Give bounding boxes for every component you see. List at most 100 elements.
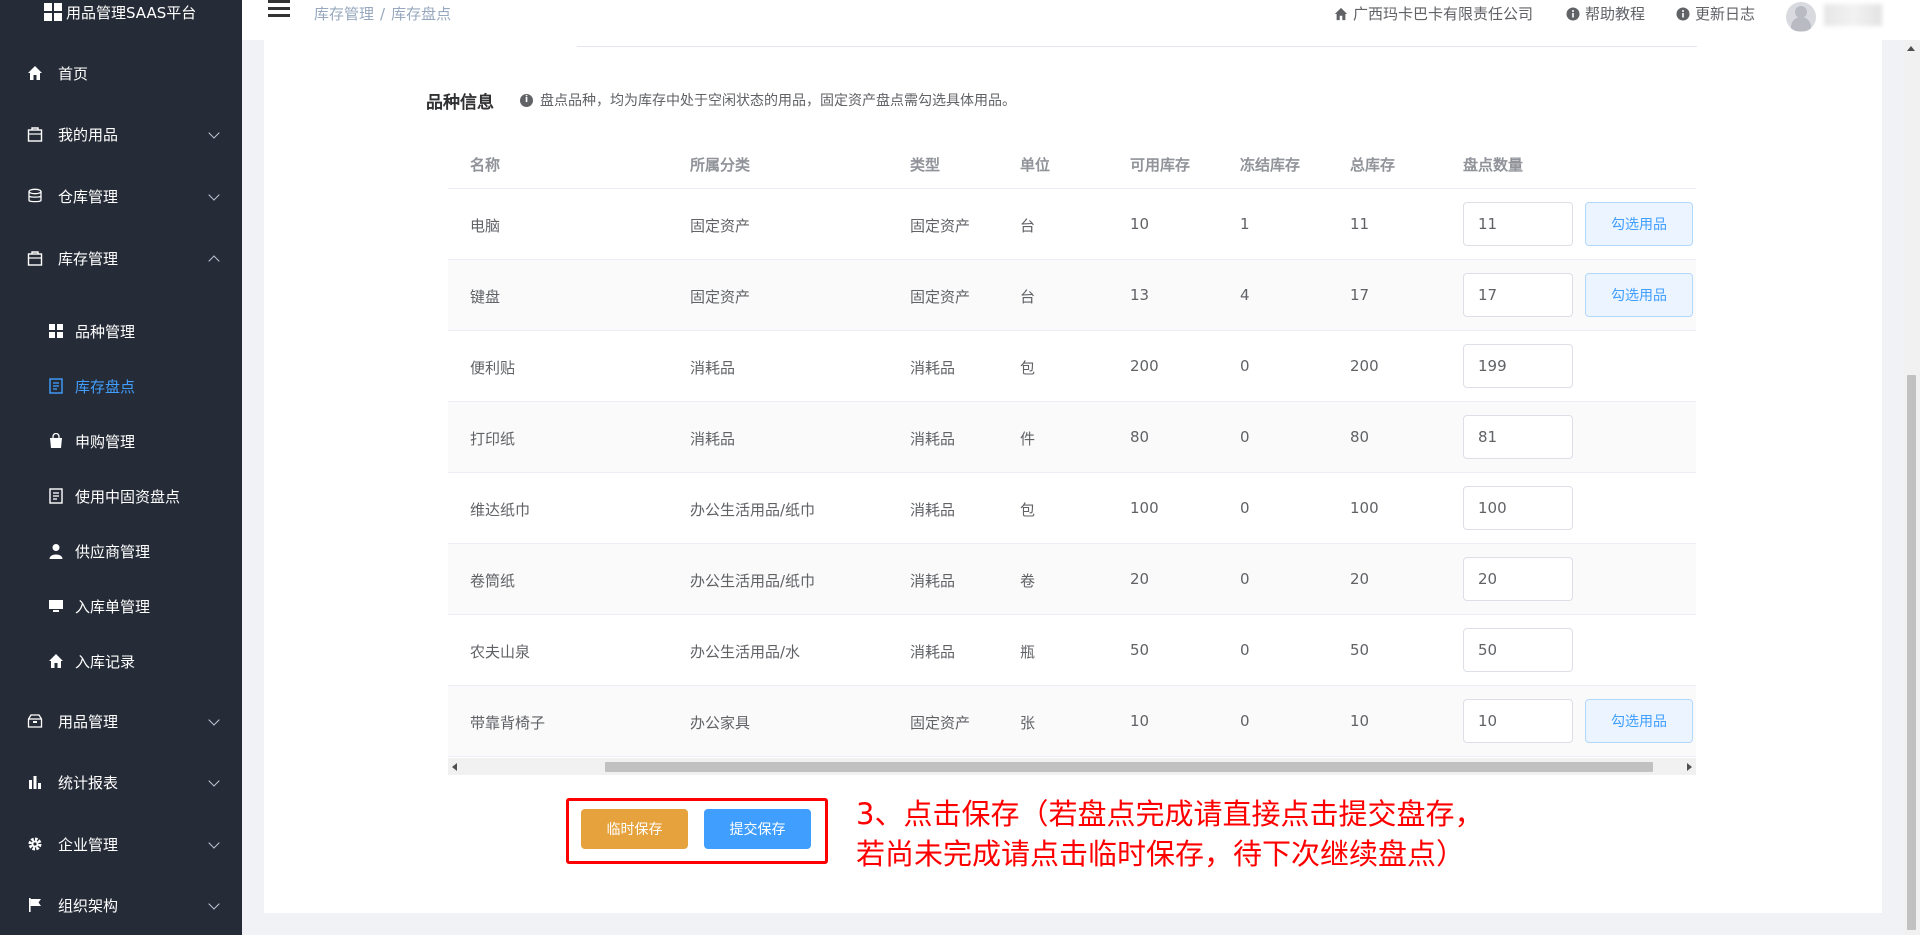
cell-unit: 包: [1020, 359, 1036, 377]
table-row: 卷筒纸 办公生活用品/纸巾 消耗品 卷 20 0 20: [448, 544, 1696, 615]
box-icon: [26, 712, 44, 730]
changelog-link[interactable]: 更新日志: [1676, 3, 1755, 24]
cell-available: 200: [1130, 357, 1159, 375]
cell-total: 50: [1350, 641, 1370, 659]
avatar[interactable]: [1786, 2, 1816, 32]
sidebar-subitem-label: 入库单管理: [75, 597, 151, 616]
sidebar-item-warehouse[interactable]: 仓库管理: [0, 171, 242, 221]
cell-name: 键盘: [470, 288, 501, 306]
main-content-card: 品种信息 i 盘点品种，均为库存中处于空闲状态的用品，固定资产盘点需勾选具体用品…: [264, 40, 1882, 913]
annotation-text: 3、点击保存（若盘点完成请直接点击提交盘存， 若尚未完成请点击临时保存，待下次继…: [856, 794, 1816, 874]
submit-save-button[interactable]: 提交保存: [704, 809, 811, 849]
table-horizontal-scrollbar[interactable]: [448, 758, 1696, 775]
scroll-right-icon[interactable]: [1687, 763, 1692, 771]
sidebar-subitem-label: 品种管理: [75, 322, 136, 341]
sidebar-item-label: 统计报表: [58, 773, 119, 792]
sidebar: 用品管理SAAS平台 首页 我的用品 仓库管理 库存管理 品种管理 库存盘点 申…: [0, 0, 242, 935]
scroll-up-icon[interactable]: [1907, 46, 1915, 51]
count-input[interactable]: [1463, 699, 1573, 743]
sidebar-item-supplies-management[interactable]: 用品管理: [0, 696, 242, 746]
cell-name: 电脑: [470, 217, 501, 235]
table-row: 维达纸巾 办公生活用品/纸巾 消耗品 包 100 0 100: [448, 473, 1696, 544]
cell-available: 50: [1130, 641, 1150, 659]
sidebar-item-enterprise[interactable]: 企业管理: [0, 819, 242, 869]
breadcrumb-item[interactable]: 库存管理: [314, 5, 374, 23]
scrollbar-thumb[interactable]: [1907, 375, 1916, 930]
sidebar-item-label: 首页: [58, 64, 89, 83]
company-link[interactable]: 广西玛卡巴卡有限责任公司: [1334, 3, 1533, 24]
table-header: 名称 所属分类 类型 单位 可用库存 冻结库存 总库存 盘点数量: [448, 136, 1696, 189]
pick-items-button[interactable]: 勾选用品: [1585, 202, 1693, 246]
bag-icon: [26, 249, 44, 267]
sidebar-subitem-inbound-records[interactable]: 入库记录: [0, 636, 242, 686]
count-input[interactable]: [1463, 628, 1573, 672]
chevron-down-icon: [208, 189, 220, 201]
section-title: 品种信息: [426, 93, 494, 113]
breadcrumb-item-current: 库存盘点: [391, 5, 452, 23]
sidebar-subitem-stocktake[interactable]: 库存盘点: [0, 361, 242, 411]
page-vertical-scrollbar[interactable]: [1903, 40, 1920, 935]
column-header: 冻结库存: [1240, 156, 1301, 174]
cell-category: 固定资产: [690, 217, 751, 235]
count-input[interactable]: [1463, 415, 1573, 459]
sidebar-item-my-supplies[interactable]: 我的用品: [0, 109, 242, 159]
cell-total: 11: [1350, 215, 1370, 233]
count-input[interactable]: [1463, 486, 1573, 530]
cell-unit: 件: [1020, 430, 1036, 448]
count-input[interactable]: [1463, 202, 1573, 246]
cell-available: 13: [1130, 286, 1150, 304]
pick-items-button[interactable]: 勾选用品: [1585, 699, 1693, 743]
bag-icon: [26, 125, 44, 143]
sidebar-item-inventory[interactable]: 库存管理: [0, 233, 242, 283]
sidebar-subitem-label: 申购管理: [75, 432, 136, 451]
cell-category: 办公生活用品/纸巾: [690, 501, 816, 519]
chevron-up-icon: [208, 255, 220, 267]
home-icon: [1334, 7, 1348, 21]
cell-unit: 包: [1020, 501, 1036, 519]
chevron-down-icon: [208, 898, 220, 910]
top-header: 库存管理 / 库存盘点 广西玛卡巴卡有限责任公司 帮助教程 更新日志: [242, 0, 1920, 40]
sidebar-subitem-inbound-orders[interactable]: 入库单管理: [0, 581, 242, 631]
chevron-down-icon: [208, 775, 220, 787]
cell-type: 固定资产: [910, 288, 971, 306]
help-link[interactable]: 帮助教程: [1566, 3, 1645, 24]
cell-name: 农夫山泉: [470, 643, 531, 661]
count-input[interactable]: [1463, 557, 1573, 601]
table-row: 农夫山泉 办公生活用品/水 消耗品 瓶 50 0 50: [448, 615, 1696, 686]
count-input[interactable]: [1463, 273, 1573, 317]
pick-items-button[interactable]: 勾选用品: [1585, 273, 1693, 317]
temp-save-button[interactable]: 临时保存: [581, 809, 688, 849]
column-header: 总库存: [1350, 156, 1396, 174]
user-icon: [48, 543, 64, 559]
sidebar-subitem-supplier[interactable]: 供应商管理: [0, 526, 242, 576]
sidebar-item-reports[interactable]: 统计报表: [0, 757, 242, 807]
cell-name: 打印纸: [470, 430, 516, 448]
menu-toggle-icon[interactable]: [268, 0, 290, 22]
variety-table: 名称 所属分类 类型 单位 可用库存 冻结库存 总库存 盘点数量 电脑 固定资产…: [448, 136, 1696, 757]
database-icon: [26, 187, 44, 205]
document-icon: [48, 488, 64, 504]
sidebar-subitem-fixed-asset-check[interactable]: 使用中固资盘点: [0, 471, 242, 521]
scroll-left-icon[interactable]: [452, 763, 457, 771]
sidebar-subitem-purchase[interactable]: 申购管理: [0, 416, 242, 466]
username-redacted[interactable]: [1824, 4, 1882, 26]
monitor-icon: [48, 598, 64, 614]
sidebar-subitem-label: 供应商管理: [75, 542, 151, 561]
count-input[interactable]: [1463, 344, 1573, 388]
sidebar-item-label: 用品管理: [58, 712, 119, 731]
info-icon: i: [520, 93, 533, 107]
cell-type: 消耗品: [910, 430, 956, 448]
app-logo[interactable]: 用品管理SAAS平台: [44, 0, 196, 24]
cell-category: 办公生活用品/水: [690, 643, 801, 661]
scrollbar-thumb[interactable]: [605, 762, 1653, 772]
sidebar-subitem-variety[interactable]: 品种管理: [0, 306, 242, 356]
cell-unit: 台: [1020, 288, 1036, 306]
cell-category: 办公家具: [690, 714, 751, 732]
sidebar-item-home[interactable]: 首页: [0, 48, 242, 98]
breadcrumb: 库存管理 / 库存盘点: [314, 3, 451, 24]
cell-category: 消耗品: [690, 430, 736, 448]
cell-total: 17: [1350, 286, 1370, 304]
sidebar-item-org[interactable]: 组织架构: [0, 880, 242, 930]
chevron-down-icon: [208, 837, 220, 849]
table-row: 电脑 固定资产 固定资产 台 10 1 11 勾选用品: [448, 189, 1696, 260]
